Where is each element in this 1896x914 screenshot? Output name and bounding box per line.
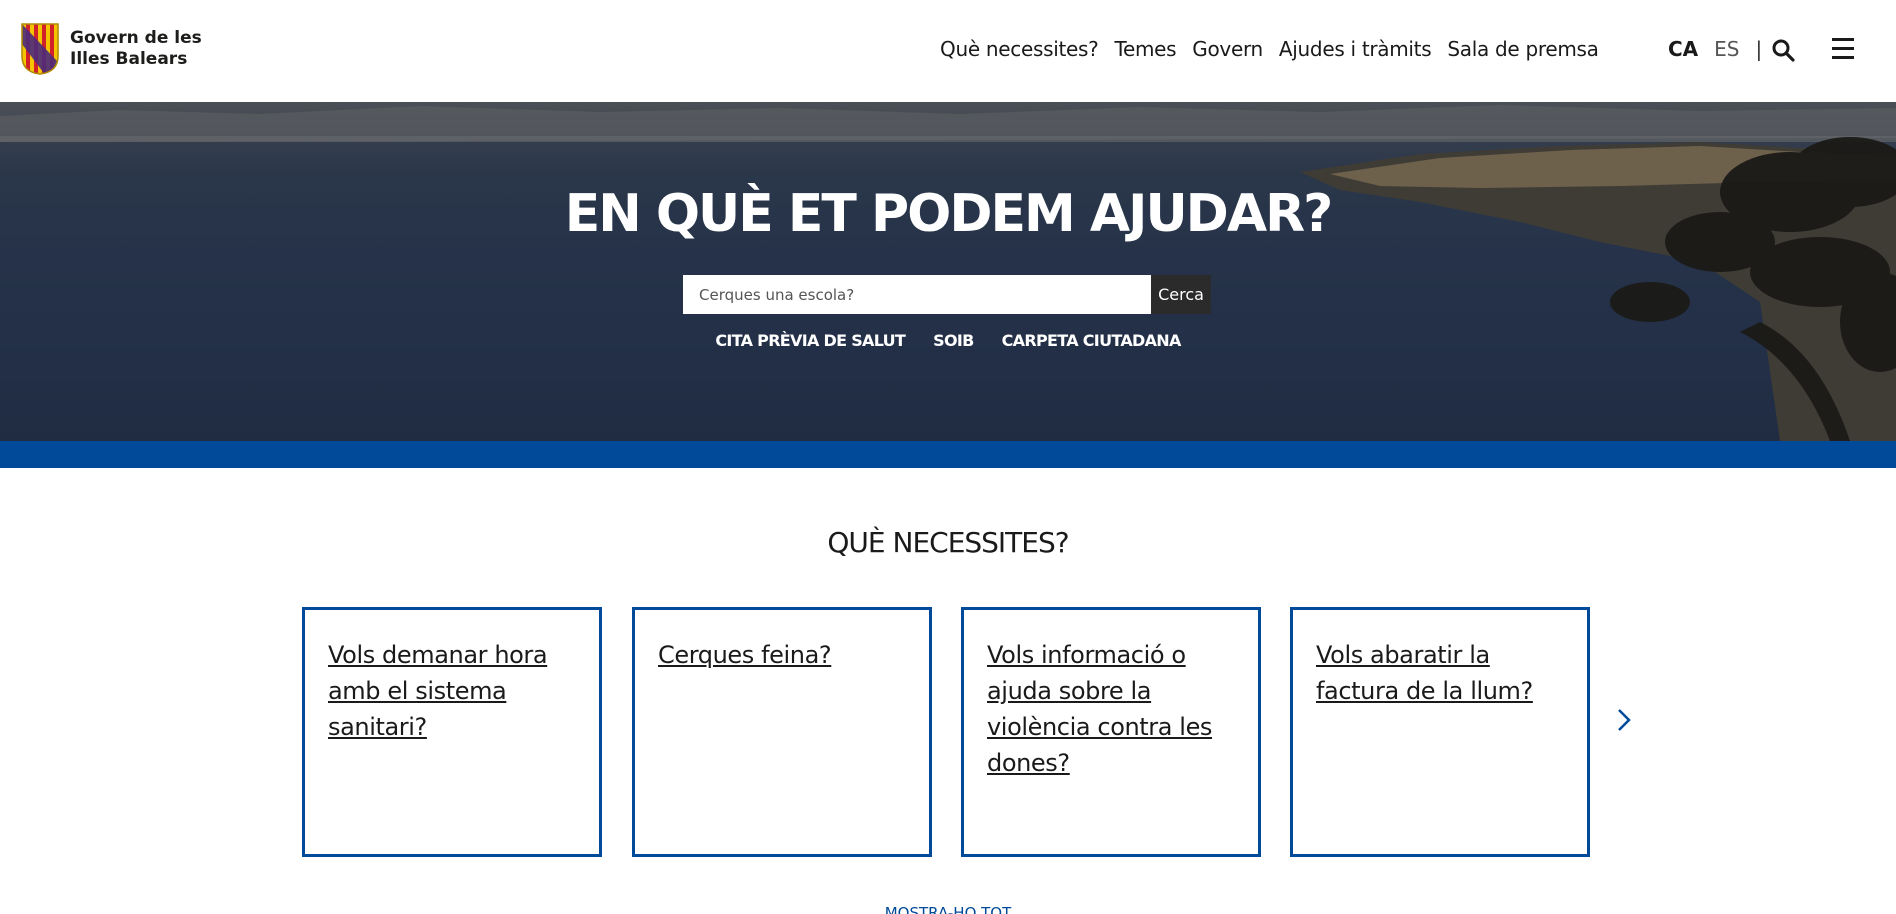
search-button[interactable]: Cerca (1151, 275, 1211, 314)
need-card[interactable]: Cerques feina? (632, 607, 932, 857)
need-card[interactable]: Vols abaratir la factura de la llum? (1290, 607, 1590, 857)
search-input[interactable] (683, 275, 1151, 314)
lang-es[interactable]: ES (1714, 37, 1739, 61)
search-icon[interactable] (1771, 38, 1795, 62)
site-header: Govern de les Illes Balears Què necessit… (0, 0, 1896, 102)
main-nav: Què necessites? Temes Govern Ajudes i tr… (940, 37, 1599, 61)
lang-separator: | (1755, 37, 1763, 61)
logo-text: Govern de les Illes Balears (70, 28, 202, 70)
show-all-link[interactable]: MOSTRA-HO TOT (0, 904, 1896, 914)
nav-item-que-necessites[interactable]: Què necessites? (940, 37, 1099, 61)
hamburger-menu-icon[interactable] (1832, 38, 1854, 60)
site-logo[interactable]: Govern de les Illes Balears (20, 22, 202, 76)
logo-line-2: Illes Balears (70, 49, 188, 69)
quicklink-cita-previa-salut[interactable]: CITA PRÈVIA DE SALUT (715, 331, 906, 350)
section-title-needs: QUÈ NECESSITES? (827, 526, 1069, 559)
nav-item-sala-de-premsa[interactable]: Sala de premsa (1447, 37, 1599, 61)
quicklink-carpeta-ciutadana[interactable]: CARPETA CIUTADANA (1002, 331, 1182, 350)
hero-quicklinks: CITA PRÈVIA DE SALUT SOIB CARPETA CIUTAD… (0, 331, 1896, 350)
chevron-right-icon[interactable] (1614, 705, 1634, 735)
balearic-shield-icon (21, 23, 59, 75)
nav-item-temes[interactable]: Temes (1114, 37, 1176, 61)
hero-title: EN QUÈ ET PODEM AJUDAR? (564, 184, 1334, 244)
hero-background-image (0, 105, 1896, 441)
language-switcher: CA ES | (1668, 37, 1762, 61)
hero-banner: EN QUÈ ET PODEM AJUDAR? Cerca CITA PRÈVI… (0, 102, 1896, 441)
need-card[interactable]: Vols demanar hora amb el sistema sanitar… (302, 607, 602, 857)
quicklink-soib[interactable]: SOIB (933, 331, 974, 350)
nav-item-govern[interactable]: Govern (1192, 37, 1263, 61)
logo-line-1: Govern de les (70, 28, 202, 48)
need-card[interactable]: Vols informació o ajuda sobre la violènc… (961, 607, 1261, 857)
blue-divider-band (0, 441, 1896, 468)
nav-item-ajudes-i-tramits[interactable]: Ajudes i tràmits (1279, 37, 1432, 61)
lang-ca[interactable]: CA (1668, 37, 1698, 61)
